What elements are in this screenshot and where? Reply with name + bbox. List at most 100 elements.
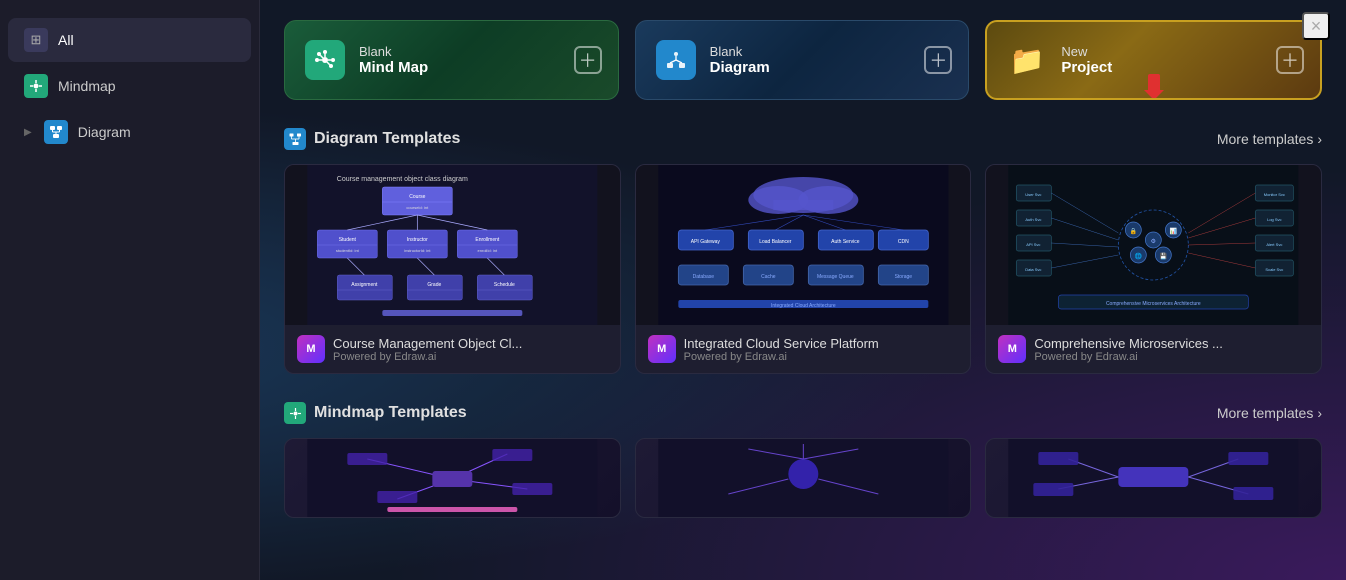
sidebar-item-label: Diagram bbox=[78, 124, 131, 140]
template-powered-cloud: Powered by Edraw.ai bbox=[684, 351, 879, 363]
template-text-micro: Comprehensive Microservices ... Powered … bbox=[1034, 336, 1223, 363]
sidebar-item-diagram[interactable]: ▶ Diagram bbox=[8, 110, 251, 154]
svg-text:Enrollment: Enrollment bbox=[475, 237, 500, 243]
quick-cards-row: Blank Mind Map ＋ Blank Diagram bbox=[284, 20, 1322, 100]
main-content: Blank Mind Map ＋ Blank Diagram bbox=[260, 0, 1346, 580]
svg-text:Storage: Storage bbox=[894, 274, 912, 280]
mindmap-thumbs-row bbox=[284, 438, 1322, 518]
svg-text:Grade: Grade bbox=[427, 282, 441, 288]
mindmap-card-icon bbox=[305, 40, 345, 80]
template-powered-micro: Powered by Edraw.ai bbox=[1034, 351, 1223, 363]
svg-text:Course management object class: Course management object class diagram bbox=[337, 176, 468, 183]
svg-text:Data Svc: Data Svc bbox=[1026, 267, 1042, 272]
mindmap-label1: Blank bbox=[359, 44, 428, 59]
svg-text:User Svc: User Svc bbox=[1026, 192, 1042, 197]
mindmap-icon bbox=[24, 74, 48, 98]
svg-text:Message Queue: Message Queue bbox=[817, 274, 854, 280]
diagram-card-icon bbox=[656, 40, 696, 80]
svg-text:CDN: CDN bbox=[898, 239, 909, 245]
svg-text:instructorId: int: instructorId: int bbox=[404, 248, 431, 253]
diagram-icon bbox=[44, 120, 68, 144]
svg-text:studentId: int: studentId: int bbox=[336, 248, 360, 253]
blank-mindmap-card[interactable]: Blank Mind Map ＋ bbox=[284, 20, 619, 100]
svg-text:Database: Database bbox=[692, 274, 714, 280]
mindmap-section-header: Mindmap Templates More templates › bbox=[284, 402, 1322, 424]
mindmap-more-label: More templates bbox=[1217, 405, 1313, 421]
mindmap-plus-icon: ＋ bbox=[574, 46, 602, 74]
svg-text:Alert Svc: Alert Svc bbox=[1267, 242, 1283, 247]
chevron-right-icon: › bbox=[1317, 131, 1322, 147]
svg-text:Instructor: Instructor bbox=[407, 237, 428, 243]
template-name-class: Course Management Object Cl... bbox=[333, 336, 522, 351]
sidebar-item-label: All bbox=[58, 32, 74, 48]
blank-diagram-card[interactable]: Blank Diagram ＋ bbox=[635, 20, 970, 100]
template-info-class: M Course Management Object Cl... Powered… bbox=[285, 325, 620, 373]
new-project-plus-icon: ＋ bbox=[1276, 46, 1304, 74]
template-card-micro[interactable]: User Svc Auth Svc API Svc Data Svc 🔒 bbox=[985, 164, 1322, 374]
mindmap-thumb-2[interactable] bbox=[635, 438, 972, 518]
mindmap-section-label: Mindmap Templates bbox=[314, 404, 467, 422]
sidebar-item-mindmap[interactable]: Mindmap bbox=[8, 64, 251, 108]
template-info-micro: M Comprehensive Microservices ... Powere… bbox=[986, 325, 1321, 373]
new-project-label1: New bbox=[1061, 44, 1112, 59]
template-info-cloud: M Integrated Cloud Service Platform Powe… bbox=[636, 325, 971, 373]
svg-text:API Svc: API Svc bbox=[1027, 242, 1041, 247]
svg-text:Log Svc: Log Svc bbox=[1267, 217, 1281, 222]
svg-text:courseId: int: courseId: int bbox=[406, 205, 429, 210]
mindmap-section-title: Mindmap Templates bbox=[284, 402, 467, 424]
diagram-label1: Blank bbox=[710, 44, 770, 59]
svg-text:Load Balancer: Load Balancer bbox=[759, 239, 792, 245]
diagram-card-text: Blank Diagram bbox=[710, 44, 770, 76]
diagram-more-templates[interactable]: More templates › bbox=[1217, 131, 1322, 147]
diagram-section-header: Diagram Templates More templates › bbox=[284, 128, 1322, 150]
mindmap-templates-section: Mindmap Templates More templates › bbox=[284, 402, 1322, 518]
svg-text:Student: Student bbox=[339, 237, 357, 243]
svg-text:Cache: Cache bbox=[761, 274, 776, 280]
template-name-micro: Comprehensive Microservices ... bbox=[1034, 336, 1223, 351]
diagram-plus-icon: ＋ bbox=[924, 46, 952, 74]
svg-text:⚙: ⚙ bbox=[1151, 238, 1156, 245]
template-preview-cloud: API Gateway Load Balancer Auth Service C… bbox=[636, 165, 971, 325]
sidebar-item-all[interactable]: ⊞ All bbox=[8, 18, 251, 62]
svg-text:Scale Svc: Scale Svc bbox=[1266, 267, 1284, 272]
arrow-indicator bbox=[1144, 74, 1164, 100]
svg-text:Auth Service: Auth Service bbox=[831, 239, 860, 245]
template-preview-class: Course management object class diagram C… bbox=[285, 165, 620, 325]
diagram-section-icon bbox=[284, 128, 306, 150]
template-logo-class: M bbox=[297, 335, 325, 363]
close-button[interactable]: × bbox=[1302, 12, 1330, 40]
svg-text:Integrated Cloud Architecture: Integrated Cloud Architecture bbox=[771, 303, 836, 309]
all-icon: ⊞ bbox=[24, 28, 48, 52]
svg-text:📊: 📊 bbox=[1170, 227, 1178, 235]
diagram-templates-section: Diagram Templates More templates › Cours… bbox=[284, 128, 1322, 374]
svg-text:Course: Course bbox=[409, 194, 425, 200]
more-templates-label: More templates bbox=[1217, 131, 1313, 147]
svg-text:Schedule: Schedule bbox=[494, 282, 515, 288]
template-card-cloud[interactable]: API Gateway Load Balancer Auth Service C… bbox=[635, 164, 972, 374]
svg-text:Comprehensive Microservices Ar: Comprehensive Microservices Architecture bbox=[1106, 301, 1201, 307]
template-text-cloud: Integrated Cloud Service Platform Powere… bbox=[684, 336, 879, 363]
mindmap-card-text: Blank Mind Map bbox=[359, 44, 428, 76]
svg-text:🌐: 🌐 bbox=[1135, 252, 1143, 260]
mindmap-thumb-3[interactable] bbox=[985, 438, 1322, 518]
template-name-cloud: Integrated Cloud Service Platform bbox=[684, 336, 879, 351]
diagram-template-grid: Course management object class diagram C… bbox=[284, 164, 1322, 374]
new-project-card[interactable]: 📁 New Project ＋ bbox=[985, 20, 1322, 100]
svg-text:API Gateway: API Gateway bbox=[690, 239, 720, 245]
sidebar: ⊞ All Mindmap ▶ bbox=[0, 0, 260, 580]
mindmap-more-templates[interactable]: More templates › bbox=[1217, 405, 1322, 421]
mindmap-label2: Mind Map bbox=[359, 59, 428, 76]
template-preview-micro: User Svc Auth Svc API Svc Data Svc 🔒 bbox=[986, 165, 1321, 325]
mindmap-section-icon bbox=[284, 402, 306, 424]
diagram-section-title: Diagram Templates bbox=[284, 128, 460, 150]
new-project-card-text: New Project bbox=[1061, 44, 1112, 76]
new-project-label2: Project bbox=[1061, 59, 1112, 76]
template-logo-cloud: M bbox=[648, 335, 676, 363]
sidebar-item-label: Mindmap bbox=[58, 78, 116, 94]
mindmap-thumb-1[interactable] bbox=[284, 438, 621, 518]
svg-text:enrollId: int: enrollId: int bbox=[478, 248, 498, 253]
template-logo-micro: M bbox=[998, 335, 1026, 363]
mindmap-chevron-icon: › bbox=[1317, 405, 1322, 421]
template-card-class-diagram[interactable]: Course management object class diagram C… bbox=[284, 164, 621, 374]
template-powered-class: Powered by Edraw.ai bbox=[333, 351, 522, 363]
